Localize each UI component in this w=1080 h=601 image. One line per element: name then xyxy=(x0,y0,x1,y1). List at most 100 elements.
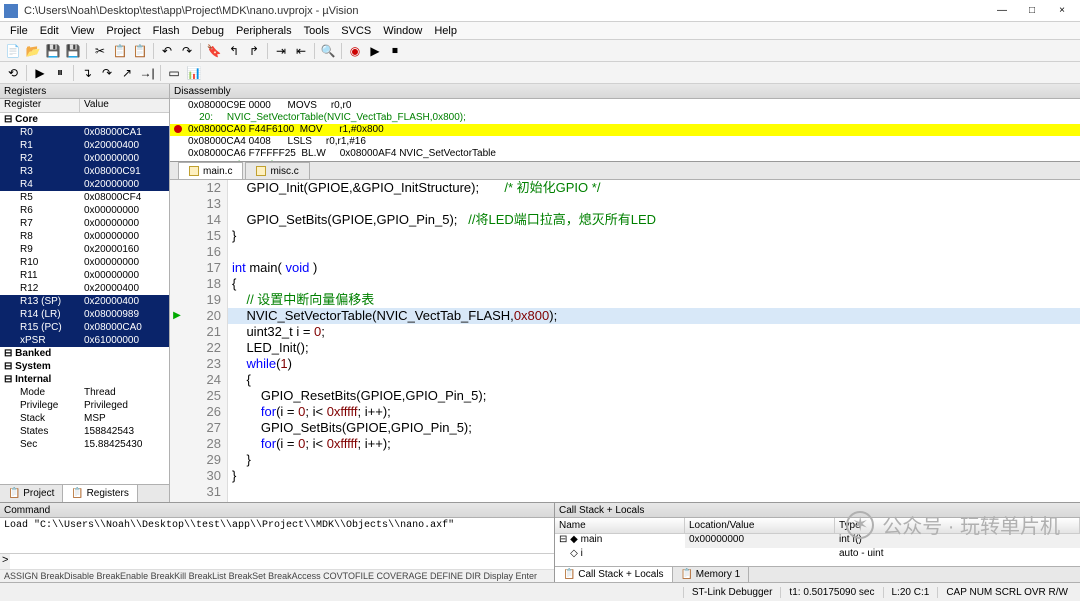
run-icon[interactable]: ▶ xyxy=(366,42,384,60)
locals-col-value[interactable]: Location/Value xyxy=(685,518,835,533)
reg-group-system[interactable]: ⊟ System xyxy=(0,360,169,373)
code-line[interactable]: uint32_t i = 0; xyxy=(228,324,1080,340)
copy-icon[interactable]: 📋 xyxy=(111,42,129,60)
run-icon-2[interactable]: ▶ xyxy=(31,64,49,82)
analysis-icon[interactable]: 📊 xyxy=(185,64,203,82)
reg-sec[interactable]: Sec15.88425430 xyxy=(0,438,169,451)
outdent-icon[interactable]: ⇤ xyxy=(292,42,310,60)
minimize-button[interactable]: — xyxy=(988,2,1016,20)
menu-help[interactable]: Help xyxy=(428,25,463,37)
save-icon[interactable]: 💾 xyxy=(44,42,62,60)
code-line[interactable]: } xyxy=(228,228,1080,244)
reg-r13sp[interactable]: R13 (SP)0x20000400 xyxy=(0,295,169,308)
locals-row[interactable]: ◇ iauto - uint xyxy=(555,548,1080,562)
code-line[interactable]: GPIO_ResetBits(GPIOE,GPIO_Pin_5); xyxy=(228,388,1080,404)
reg-r2[interactable]: R20x00000000 xyxy=(0,152,169,165)
run-to-cursor-icon[interactable]: →| xyxy=(138,64,156,82)
command-input[interactable] xyxy=(10,554,554,569)
code-line[interactable]: // 设置中断向量偏移表 xyxy=(228,292,1080,308)
code-line[interactable] xyxy=(228,244,1080,260)
menu-tools[interactable]: Tools xyxy=(298,25,336,37)
redo-icon[interactable]: ↷ xyxy=(178,42,196,60)
disasm-line[interactable]: 20: NVIC_SetVectorTable(NVIC_VectTab_FLA… xyxy=(170,112,1080,124)
step-in-icon[interactable]: ↴ xyxy=(78,64,96,82)
menu-edit[interactable]: Edit xyxy=(34,25,65,37)
disasm-line[interactable]: 0x08000C9E 0000 MOVS r0,r0 xyxy=(170,100,1080,112)
locals-tab-1[interactable]: 📋 Memory 1 xyxy=(673,567,750,582)
disasm-line[interactable]: 0x08000CA4 0408 LSLS r0,r1,#16 xyxy=(170,136,1080,148)
reg-col-name[interactable]: Register xyxy=(0,99,80,112)
find-icon[interactable]: 🔍 xyxy=(319,42,337,60)
reg-stack[interactable]: StackMSP xyxy=(0,412,169,425)
reg-r1[interactable]: R10x20000400 xyxy=(0,139,169,152)
locals-list[interactable]: ⊟ ◆ main0x00000000int f() ◇ iauto - uint xyxy=(555,534,1080,566)
menu-svcs[interactable]: SVCS xyxy=(335,25,377,37)
registers-list[interactable]: ⊟ CoreR00x08000CA1R10x20000400R20x000000… xyxy=(0,113,169,484)
code-line[interactable] xyxy=(228,484,1080,500)
save-all-icon[interactable]: 💾 xyxy=(64,42,82,60)
reset-icon[interactable]: ⟲ xyxy=(4,64,22,82)
reg-r10[interactable]: R100x00000000 xyxy=(0,256,169,269)
editor-view[interactable]: ▶ 12131415161718192021222324252627282930… xyxy=(170,180,1080,502)
reg-r4[interactable]: R40x20000000 xyxy=(0,178,169,191)
reg-r7[interactable]: R70x00000000 xyxy=(0,217,169,230)
reg-r3[interactable]: R30x08000C91 xyxy=(0,165,169,178)
left-tab-project[interactable]: 📋 Project xyxy=(0,485,63,502)
undo-icon[interactable]: ↶ xyxy=(158,42,176,60)
reg-r15pc[interactable]: R15 (PC)0x08000CA0 xyxy=(0,321,169,334)
reg-r8[interactable]: R80x00000000 xyxy=(0,230,169,243)
menu-project[interactable]: Project xyxy=(100,25,146,37)
code-line[interactable]: NVIC_SetVectorTable(NVIC_VectTab_FLASH,0… xyxy=(228,308,1080,324)
disasm-line[interactable]: 0x08000CA0 F44F6100 MOV r1,#0x800 xyxy=(170,124,1080,136)
menu-flash[interactable]: Flash xyxy=(147,25,186,37)
code-line[interactable]: while(1) xyxy=(228,356,1080,372)
bookmark-next-icon[interactable]: ↱ xyxy=(245,42,263,60)
locals-row[interactable]: ⊟ ◆ main0x00000000int f() xyxy=(555,534,1080,548)
window-icon[interactable]: ▭ xyxy=(165,64,183,82)
paste-icon[interactable]: 📋 xyxy=(131,42,149,60)
reg-mode[interactable]: ModeThread xyxy=(0,386,169,399)
code-line[interactable]: { xyxy=(228,276,1080,292)
code-line[interactable]: for(i = 0; i< 0xfffff; i++); xyxy=(228,436,1080,452)
reg-group-banked[interactable]: ⊟ Banked xyxy=(0,347,169,360)
locals-col-type[interactable]: Type xyxy=(835,518,1080,533)
reg-xpsr[interactable]: xPSR0x61000000 xyxy=(0,334,169,347)
step-over-icon[interactable]: ↷ xyxy=(98,64,116,82)
code-line[interactable]: GPIO_SetBits(GPIOE,GPIO_Pin_5); //将LED端口… xyxy=(228,212,1080,228)
command-output[interactable]: Load "C:\\Users\\Noah\\Desktop\\test\\ap… xyxy=(0,518,554,553)
close-button[interactable]: × xyxy=(1048,2,1076,20)
disasm-line[interactable]: 0x08000CA6 F7FFFF25 BL.W 0x08000AF4 NVIC… xyxy=(170,148,1080,160)
reg-r6[interactable]: R60x00000000 xyxy=(0,204,169,217)
maximize-button[interactable]: □ xyxy=(1018,2,1046,20)
menu-file[interactable]: File xyxy=(4,25,34,37)
stop-icon[interactable]: ⏹ xyxy=(386,42,404,60)
reg-privilege[interactable]: PrivilegePrivileged xyxy=(0,399,169,412)
reg-col-value[interactable]: Value xyxy=(80,99,169,112)
reg-r11[interactable]: R110x00000000 xyxy=(0,269,169,282)
menu-debug[interactable]: Debug xyxy=(186,25,230,37)
code-line[interactable]: LED_Init(); xyxy=(228,340,1080,356)
reg-states[interactable]: States158842543 xyxy=(0,425,169,438)
reg-r5[interactable]: R50x08000CF4 xyxy=(0,191,169,204)
locals-tab-0[interactable]: 📋 Call Stack + Locals xyxy=(555,567,673,582)
menu-window[interactable]: Window xyxy=(377,25,428,37)
code-line[interactable] xyxy=(228,196,1080,212)
reg-group-core[interactable]: ⊟ Core xyxy=(0,113,169,126)
reg-r0[interactable]: R00x08000CA1 xyxy=(0,126,169,139)
code-line[interactable]: GPIO_Init(GPIOE,&GPIO_InitStructure); /*… xyxy=(228,180,1080,196)
disassembly-view[interactable]: 0x08000C9E 0000 MOVS r0,r0 20: NVIC_SetV… xyxy=(170,99,1080,161)
cut-icon[interactable]: ✂ xyxy=(91,42,109,60)
code-line[interactable]: { xyxy=(228,372,1080,388)
reg-r9[interactable]: R90x20000160 xyxy=(0,243,169,256)
indent-icon[interactable]: ⇥ xyxy=(272,42,290,60)
editor-tab-main-c[interactable]: main.c xyxy=(178,162,243,179)
menu-peripherals[interactable]: Peripherals xyxy=(230,25,298,37)
code-line[interactable]: } xyxy=(228,452,1080,468)
reg-r12[interactable]: R120x20000400 xyxy=(0,282,169,295)
editor-tab-misc-c[interactable]: misc.c xyxy=(245,162,309,179)
reg-group-internal[interactable]: ⊟ Internal xyxy=(0,373,169,386)
reg-r14lr[interactable]: R14 (LR)0x08000989 xyxy=(0,308,169,321)
stop-icon-2[interactable]: ⏸ xyxy=(51,64,69,82)
disasm-line[interactable]: 21: uint32_t i = 0; xyxy=(170,160,1080,161)
left-tab-registers[interactable]: 📋 Registers xyxy=(63,485,137,502)
